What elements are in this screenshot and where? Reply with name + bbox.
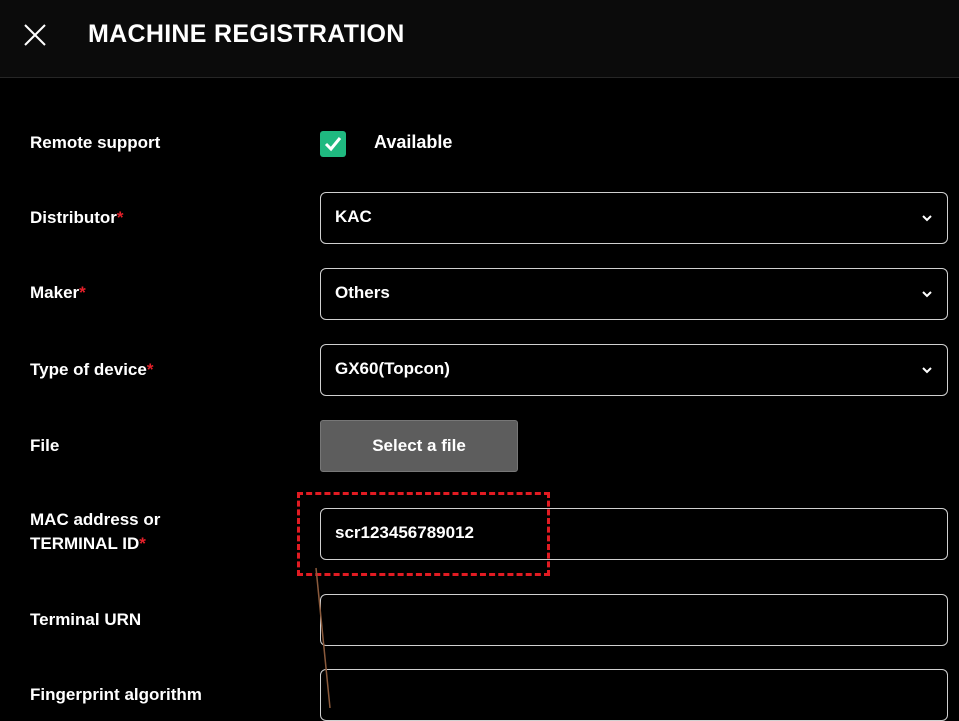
required-mark: * [146, 360, 154, 379]
close-icon[interactable] [22, 22, 48, 48]
terminal-urn-label: Terminal URN [30, 610, 142, 629]
maker-select[interactable]: Others [320, 268, 948, 320]
required-mark: * [79, 283, 86, 302]
mac-address-label-line2-wrap: TERMINAL ID* [30, 532, 160, 556]
dialog-header: MACHINE REGISTRATION [0, 0, 959, 78]
maker-label: Maker* [30, 281, 86, 305]
type-of-device-value: GX60(Topcon) [335, 359, 450, 378]
page-title: MACHINE REGISTRATION [88, 20, 405, 48]
distributor-select[interactable]: KAC [320, 192, 948, 244]
remote-support-label: Remote support [30, 133, 161, 152]
distributor-value: KAC [335, 207, 372, 226]
maker-label-text: Maker [30, 283, 80, 302]
fingerprint-algorithm-label: Fingerprint algorithm [30, 685, 202, 704]
file-label: File [30, 436, 60, 455]
type-of-device-select[interactable]: GX60(Topcon) [320, 344, 948, 396]
distributor-label: Distributor* [30, 206, 124, 230]
mac-address-label: MAC address or TERMINAL ID* [30, 508, 160, 556]
remote-support-available-label[interactable]: Available [374, 132, 452, 153]
required-mark: * [116, 208, 124, 227]
chevron-down-icon [922, 291, 932, 298]
chevron-down-icon [922, 215, 932, 222]
maker-value: Others [335, 283, 390, 302]
remote-support-checkbox[interactable] [320, 131, 346, 157]
select-file-button[interactable]: Select a file [320, 420, 518, 472]
mac-address-value: scr123456789012 [335, 523, 474, 542]
mac-address-label-line1: MAC address or [30, 510, 161, 529]
chevron-down-icon [922, 367, 932, 374]
mac-address-label-line2: TERMINAL ID [30, 534, 140, 553]
terminal-urn-input[interactable] [320, 594, 948, 646]
check-icon [324, 137, 342, 152]
mac-address-input[interactable]: scr123456789012 [320, 508, 948, 560]
type-of-device-label: Type of device* [30, 358, 153, 382]
type-of-device-label-text: Type of device [30, 360, 147, 379]
distributor-label-text: Distributor [30, 208, 117, 227]
fingerprint-algorithm-input[interactable] [320, 669, 948, 721]
required-mark: * [139, 534, 146, 553]
